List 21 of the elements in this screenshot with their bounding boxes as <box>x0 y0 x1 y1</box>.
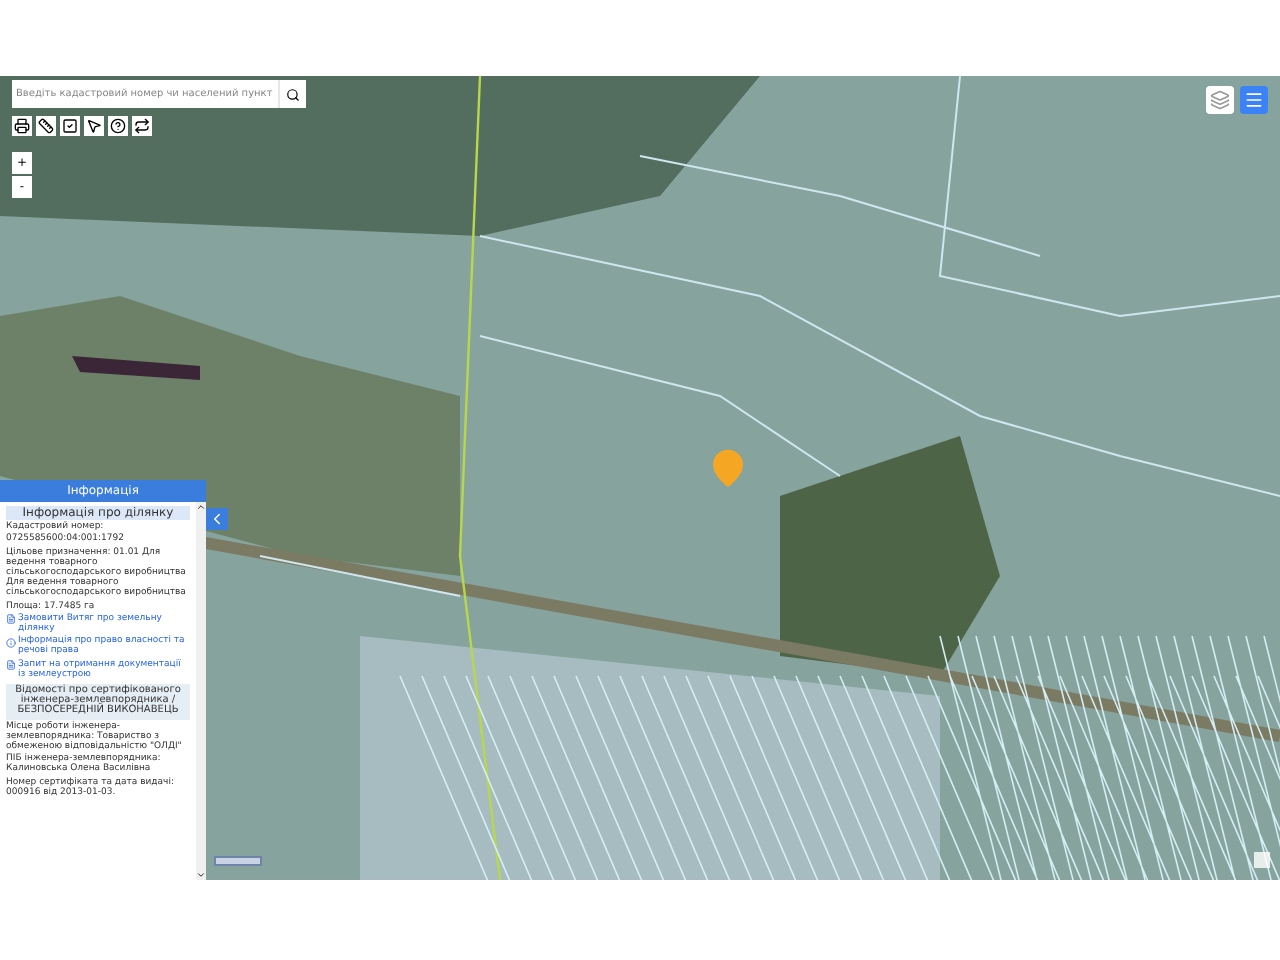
layers-icon <box>1210 90 1230 110</box>
scroll-down-icon[interactable] <box>196 870 206 880</box>
cursor-icon[interactable] <box>84 116 104 136</box>
collapse-panel-button[interactable] <box>206 508 228 530</box>
document-icon <box>6 614 16 625</box>
swap-icon[interactable] <box>132 116 152 136</box>
document-icon <box>6 660 16 671</box>
search-icon <box>286 87 300 101</box>
info-icon <box>6 637 16 648</box>
ruler-icon[interactable] <box>36 116 56 136</box>
scale-bar <box>214 856 262 866</box>
menu-icon <box>1244 90 1264 110</box>
scrollbar[interactable] <box>196 502 206 880</box>
print-icon[interactable] <box>12 116 32 136</box>
scroll-up-icon[interactable] <box>196 502 206 512</box>
checkbox-icon[interactable] <box>60 116 80 136</box>
menu-button[interactable] <box>1240 86 1268 114</box>
chevron-left-icon <box>208 510 226 528</box>
search-button[interactable] <box>278 80 306 108</box>
layers-button[interactable] <box>1206 86 1234 114</box>
help-icon[interactable] <box>108 116 128 136</box>
